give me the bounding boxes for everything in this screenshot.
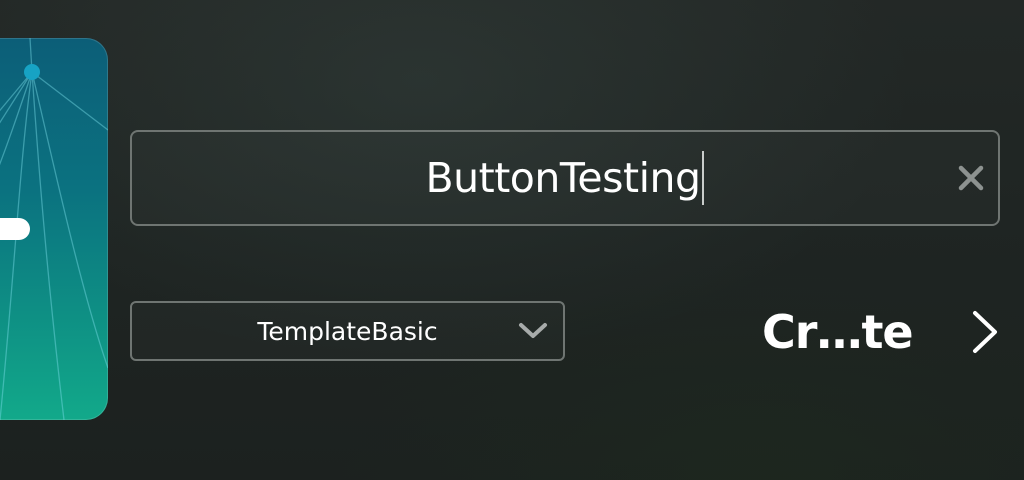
preview-pill-shape	[0, 218, 30, 240]
template-dropdown[interactable]: TemplateBasic	[130, 301, 565, 361]
chevron-down-icon	[519, 323, 547, 338]
project-name-value[interactable]: ButtonTesting	[426, 151, 705, 205]
template-selected-value: TemplateBasic	[257, 316, 438, 346]
clear-text-button[interactable]	[954, 161, 988, 195]
create-button[interactable]: Cr…te	[762, 302, 1007, 362]
create-button-label: Cr…te	[762, 305, 914, 359]
text-caret	[702, 151, 705, 205]
network-node	[24, 64, 40, 80]
template-preview-card[interactable]	[0, 38, 108, 420]
project-name-field[interactable]: ButtonTesting	[130, 130, 1000, 226]
chevron-right-icon	[973, 311, 997, 353]
close-icon	[958, 165, 984, 191]
